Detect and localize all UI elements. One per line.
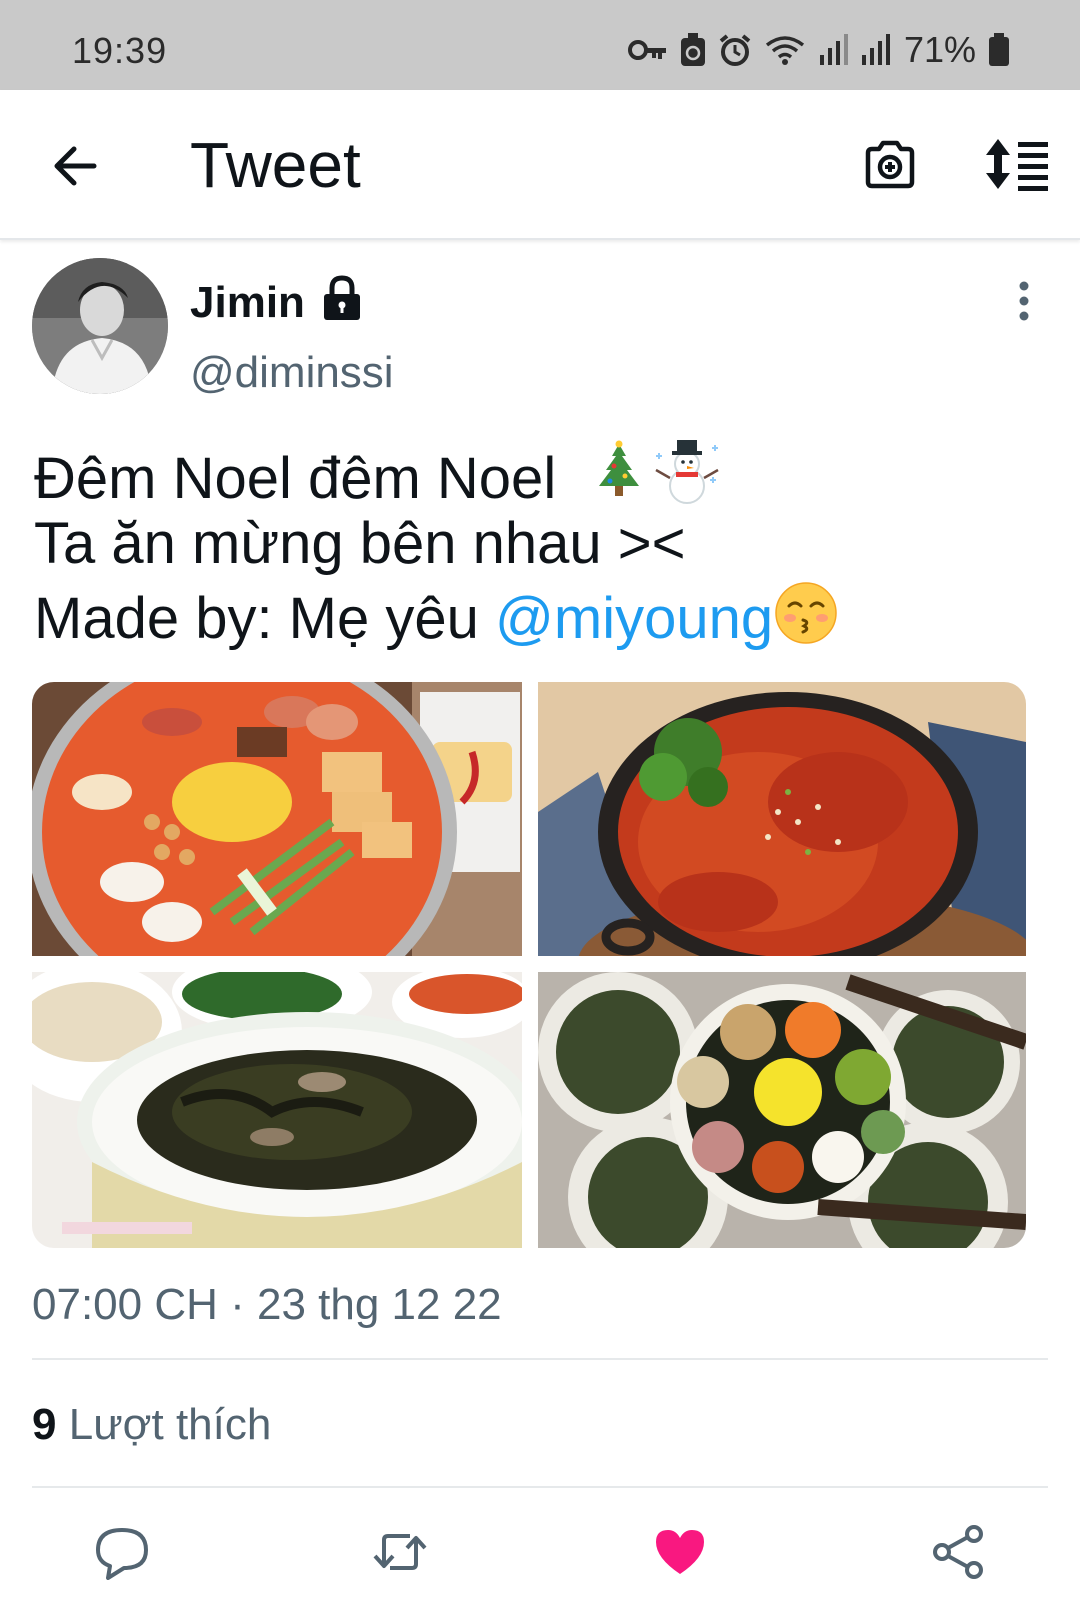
page-title: Tweet: [190, 129, 361, 201]
lock-icon: [324, 275, 360, 320]
app-bar: Tweet: [0, 90, 1080, 240]
action-bar: [0, 1500, 1080, 1600]
wifi-icon: [765, 36, 805, 65]
tweet-line-2: Ta ăn mừng bên nhau ><: [34, 511, 686, 576]
sort-icon[interactable]: [984, 136, 1050, 192]
kissing-face-icon: [775, 582, 837, 644]
camera-add-icon[interactable]: [862, 136, 918, 192]
tweet-line-3-text: Made by: Mẹ yêu: [34, 586, 495, 651]
tweet-text: Đêm Noel đêm Noel Ta ăn mừng bên nhau ><…: [34, 436, 1044, 652]
like-count-value: 9: [32, 1400, 57, 1449]
tweet-line-1-text: Đêm Noel đêm Noel: [34, 446, 557, 511]
reply-icon[interactable]: [94, 1524, 150, 1580]
like-count-label: Lượt thích: [68, 1400, 272, 1449]
key-icon: [627, 40, 666, 60]
media-grid: [32, 682, 1026, 1248]
divider: [32, 1486, 1048, 1488]
seaweed-soup-photo[interactable]: [32, 972, 522, 1248]
status-icons: 71%: [627, 28, 1010, 72]
christmas-tree-icon: [599, 440, 640, 496]
tweet-line-3: Made by: Mẹ yêu @miyoung: [34, 580, 1044, 652]
status-time: 19:39: [72, 30, 168, 71]
battery-icon: [989, 33, 1009, 66]
retweet-icon[interactable]: [372, 1524, 428, 1580]
signal-icon: [819, 34, 848, 65]
divider: [32, 1358, 1048, 1360]
kimbap-photo[interactable]: [538, 972, 1026, 1248]
budae-jjigae-photo[interactable]: [32, 682, 522, 956]
recycle-badge-icon: [680, 33, 705, 66]
avatar[interactable]: [32, 258, 168, 394]
mention-link[interactable]: @miyoung: [495, 586, 773, 651]
like-icon[interactable]: [652, 1524, 708, 1580]
likes-count[interactable]: 9 Lượt thích: [32, 1400, 271, 1450]
battery-percent: 71%: [903, 29, 976, 70]
snowman-icon: [655, 440, 719, 504]
signal-icon-2: [861, 34, 890, 65]
tweet-timestamp[interactable]: 07:00 CH · 23 thg 12 22: [32, 1280, 502, 1330]
spicy-pork-skillet-photo[interactable]: [538, 682, 1026, 956]
author-name[interactable]: Jimin: [190, 278, 305, 328]
more-options-icon[interactable]: [1006, 280, 1042, 324]
alarm-icon: [719, 34, 751, 66]
status-bar: 19:39 71%: [0, 0, 1080, 90]
back-arrow-icon[interactable]: [48, 138, 104, 194]
author-handle[interactable]: @diminssi: [190, 348, 394, 398]
share-icon[interactable]: [930, 1524, 986, 1580]
tweet-line-1: Đêm Noel đêm Noel: [34, 436, 1044, 511]
